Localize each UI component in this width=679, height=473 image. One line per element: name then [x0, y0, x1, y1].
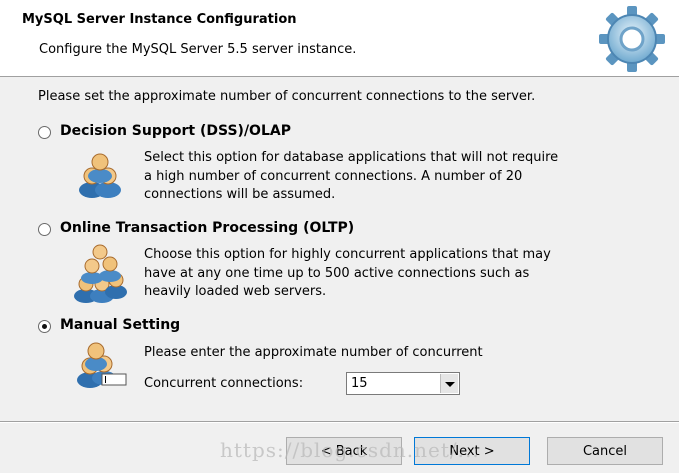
header-subtitle: Configure the MySQL Server 5.5 server in… [39, 42, 357, 57]
radio-manual-setting[interactable] [38, 320, 51, 333]
option-manual-label[interactable]: Manual Setting [60, 317, 180, 333]
footer-divider-highlight [0, 422, 679, 423]
header-panel: MySQL Server Instance Configuration Conf… [0, 0, 679, 77]
option-dss-label[interactable]: Decision Support (DSS)/OLAP [60, 123, 291, 139]
option-oltp-description: Choose this option for highly concurrent… [144, 246, 614, 302]
chevron-down-icon[interactable] [440, 374, 458, 393]
concurrent-connections-label: Concurrent connections: [144, 376, 304, 391]
desc-line: a high number of concurrent connections.… [144, 168, 523, 184]
desc-line: Choose this option for highly concurrent… [144, 247, 551, 262]
select-value: 15 [351, 376, 368, 391]
desc-line: Select this option for database applicat… [144, 150, 559, 165]
users-crowd-icon [74, 244, 127, 303]
radio-dss-olap[interactable] [38, 126, 51, 139]
desc-line: heavily loaded web servers. [144, 284, 327, 299]
option-oltp-label[interactable]: Online Transaction Processing (OLTP) [60, 220, 354, 236]
next-button[interactable]: Next > [414, 437, 530, 465]
option-manual-description: Please enter the approximate number of c… [144, 344, 614, 363]
gear-icon [599, 6, 665, 72]
concurrent-connections-select[interactable]: 15 [346, 372, 460, 395]
radio-oltp[interactable] [38, 223, 51, 236]
desc-line: Please enter the approximate number of c… [144, 345, 483, 360]
back-button[interactable]: < Back [286, 437, 402, 465]
cancel-button[interactable]: Cancel [547, 437, 663, 465]
desc-line: have at any one time up to 500 active co… [144, 265, 530, 281]
window-title: MySQL Server Instance Configuration [22, 12, 297, 27]
instruction-text: Please set the approximate number of con… [38, 89, 536, 104]
desc-line: connections will be assumed. [144, 187, 336, 202]
users-edit-icon [77, 342, 127, 388]
users-group-icon [79, 153, 121, 198]
option-dss-description: Select this option for database applicat… [144, 149, 614, 205]
